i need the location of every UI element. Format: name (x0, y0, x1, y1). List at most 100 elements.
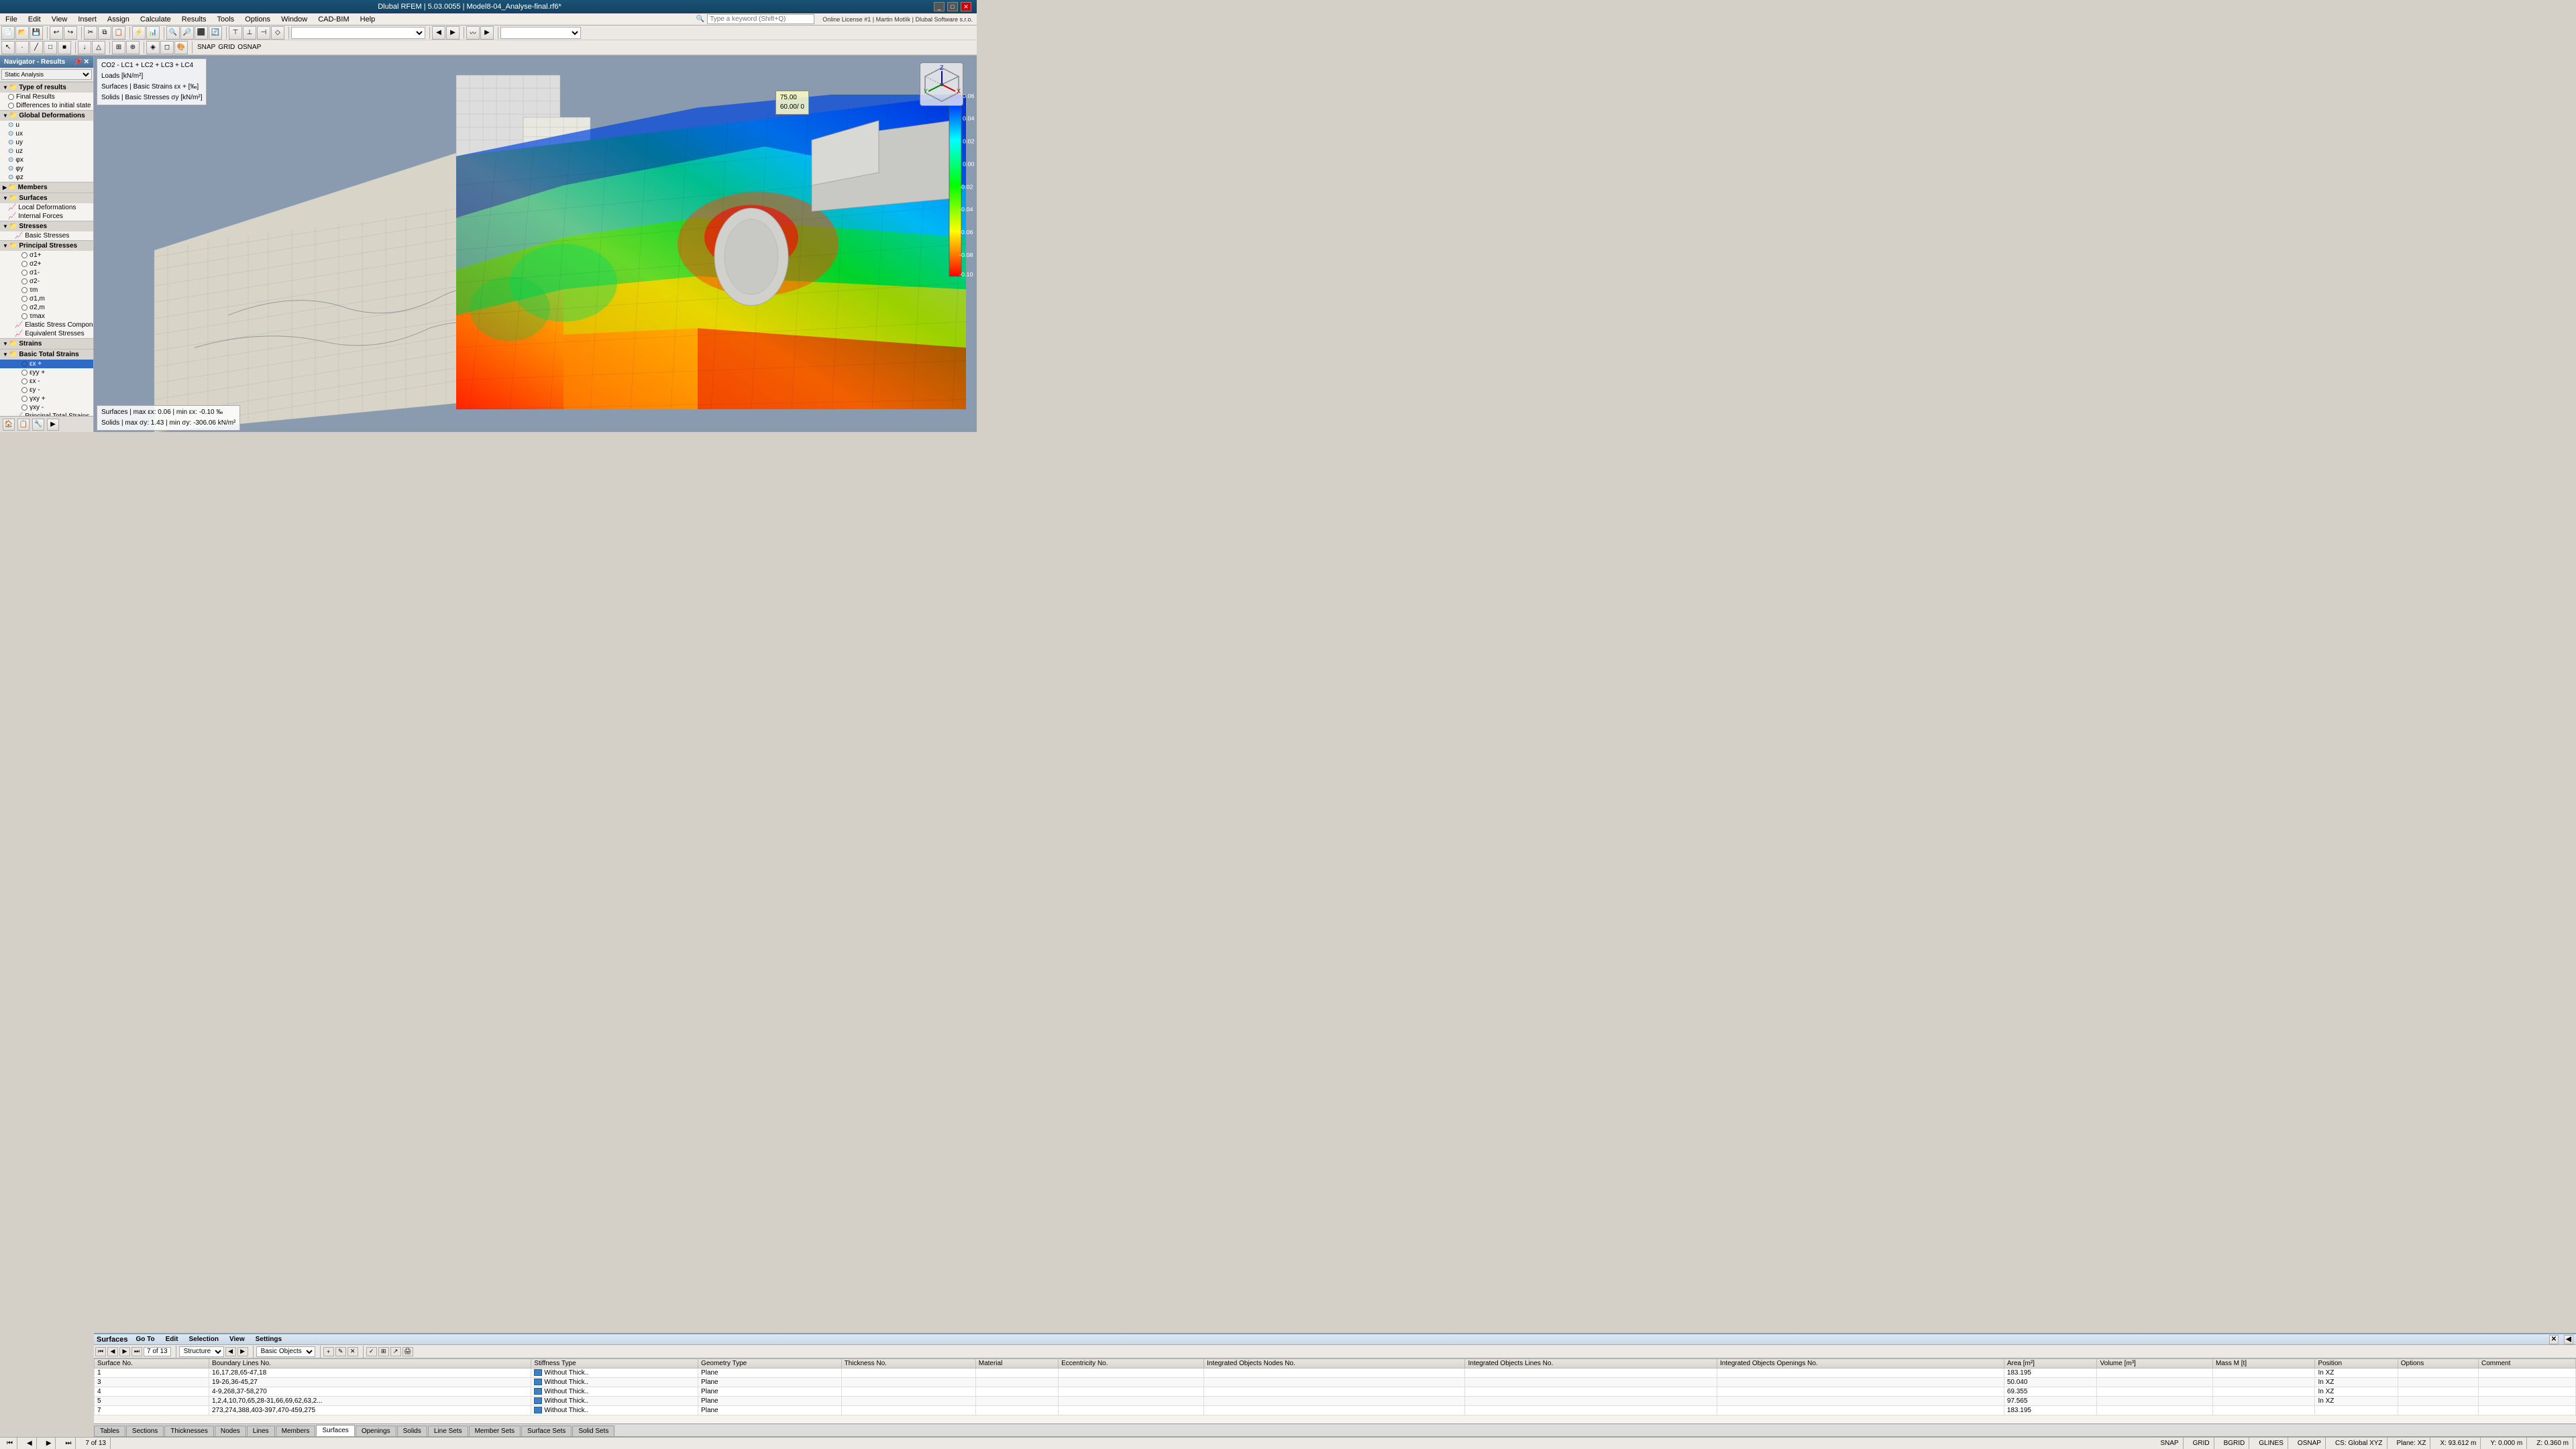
tb-copy[interactable]: ⧉ (98, 26, 111, 40)
nav-btn-3[interactable]: 🔧 (32, 419, 44, 431)
tb-wireframe[interactable]: ◻ (160, 41, 174, 54)
menu-file[interactable]: File (0, 14, 23, 25)
tab-member-sets[interactable]: Member Sets (469, 1426, 521, 1436)
tb-save[interactable]: 💾 (30, 26, 43, 40)
nav-epsx-minus[interactable]: εx - (0, 377, 93, 386)
menu-edit[interactable]: Edit (23, 14, 46, 25)
results-goto[interactable]: Go To (133, 1336, 157, 1343)
tb-next-lc[interactable]: ▶ (446, 26, 460, 40)
tb-filter[interactable]: ⊞ (378, 1347, 389, 1356)
nav-gamma-minus[interactable]: γxy - (0, 403, 93, 412)
results-panel-pin[interactable]: ◀ (2564, 1335, 2573, 1344)
menu-assign[interactable]: Assign (102, 14, 135, 25)
view-area[interactable]: CO2 - LC1 + LC2 + LC3 + LC4 Loads [kN/m²… (94, 56, 977, 432)
table-row[interactable]: 44-9,268,37-58,270Without Thick..Plane69… (95, 1387, 2576, 1397)
tb-zoom-all[interactable]: ⬛ (195, 26, 208, 40)
table-row[interactable]: 319-26,36-45,27Without Thick..Plane50.04… (95, 1378, 2576, 1387)
tab-lines[interactable]: Lines (247, 1426, 275, 1436)
nav-sigma1m[interactable]: σ1,m (0, 294, 93, 303)
menu-results[interactable]: Results (176, 14, 212, 25)
status-osnap[interactable]: OSNAP (2294, 1438, 2326, 1449)
status-cs[interactable]: CS: Global XYZ (2331, 1438, 2387, 1449)
status-btn-next[interactable]: ▶ (42, 1438, 56, 1449)
menu-window[interactable]: Window (276, 14, 313, 25)
tb-edit-2[interactable]: ✎ (335, 1347, 346, 1356)
table-row[interactable]: 116,17,28,65-47,18Without Thick..Plane18… (95, 1368, 2576, 1378)
status-bgrid[interactable]: BGRID (2220, 1438, 2250, 1449)
nav-elastic-stress[interactable]: 📈 Elastic Stress Components (0, 321, 93, 329)
tb-deform[interactable]: 〰 (466, 26, 480, 40)
tb-view-side[interactable]: ⊣ (257, 26, 270, 40)
tb-animate[interactable]: ▶ (480, 26, 494, 40)
navigator-close[interactable]: ✕ (84, 58, 89, 66)
tb-rotate[interactable]: 🔄 (209, 26, 222, 40)
nav-sigma2minus[interactable]: σ2- (0, 277, 93, 286)
nav-strains[interactable]: ▼ 📁 Strains (0, 338, 93, 349)
menu-cad-bim[interactable]: CAD-BIM (313, 14, 354, 25)
tb-open[interactable]: 📂 (15, 26, 29, 40)
status-grid[interactable]: GRID (2189, 1438, 2214, 1449)
nav-btn-4[interactable]: ▶ (47, 419, 59, 431)
tb-render[interactable]: ◈ (146, 41, 160, 54)
table-row[interactable]: 7273,274,388,403-397,470-459,275Without … (95, 1406, 2576, 1415)
tb-paste[interactable]: 📋 (112, 26, 125, 40)
tb-node[interactable]: · (15, 41, 29, 54)
tb-surface[interactable]: □ (44, 41, 57, 54)
pager-first[interactable]: ⏮ (95, 1347, 106, 1356)
pager-last[interactable]: ⏭ (131, 1347, 142, 1356)
menu-options[interactable]: Options (239, 14, 276, 25)
nav-equiv-stress[interactable]: 📈 Equivalent Stresses (0, 329, 93, 338)
table-body[interactable]: 116,17,28,65-47,18Without Thick..Plane18… (95, 1368, 2576, 1415)
nav-stresses[interactable]: ▼ 📁 Stresses (0, 221, 93, 231)
status-btn-last[interactable]: ⏭ (61, 1438, 76, 1449)
tab-thicknesses[interactable]: Thicknesses (164, 1426, 214, 1436)
tab-openings[interactable]: Openings (356, 1426, 396, 1436)
menu-calculate[interactable]: Calculate (135, 14, 176, 25)
nav-uz[interactable]: ⊙ uz (0, 147, 93, 156)
menu-view[interactable]: View (46, 14, 73, 25)
basic-objects-combo[interactable]: Basic Objects (256, 1346, 315, 1357)
results-edit[interactable]: Edit (163, 1336, 181, 1343)
nav-taum[interactable]: τm (0, 286, 93, 294)
nav-phiy[interactable]: ⊙ φy (0, 164, 93, 173)
tab-surface-sets[interactable]: Surface Sets (521, 1426, 572, 1436)
nav-members[interactable]: ▶ 📁 Members (0, 182, 93, 193)
tb-export[interactable]: ↗ (390, 1347, 401, 1356)
nav-differences[interactable]: Differences to initial state (0, 101, 93, 110)
tb-grid[interactable]: ⊞ (112, 41, 125, 54)
nav-sigma1plus[interactable]: σ1+ (0, 251, 93, 260)
3d-visualization[interactable]: 0.06 0.04 0.02 0.00 -0.02 -0.04 -0.06 -0… (94, 56, 977, 432)
nav-sigma1minus[interactable]: σ1- (0, 268, 93, 277)
structure-next[interactable]: ▶ (237, 1347, 248, 1356)
tb-view-front[interactable]: ⊥ (243, 26, 256, 40)
results-view[interactable]: View (227, 1336, 248, 1343)
tb-line[interactable]: ╱ (30, 41, 43, 54)
nav-phix[interactable]: ⊙ φx (0, 156, 93, 164)
results-panel-close[interactable]: ✕ (2549, 1335, 2559, 1344)
nav-surfaces[interactable]: ▼ 📁 Surfaces (0, 193, 93, 203)
tb-load[interactable]: ↓ (78, 41, 91, 54)
nav-principal-stresses[interactable]: ▼ 📁 Principal Stresses (0, 240, 93, 251)
tb-results[interactable]: 📊 (146, 26, 160, 40)
minimize-button[interactable]: _ (934, 2, 945, 11)
tb-view-3d[interactable]: ◇ (271, 26, 284, 40)
tab-line-sets[interactable]: Line Sets (428, 1426, 468, 1436)
tb-zoom-in[interactable]: 🔍 (166, 26, 180, 40)
nav-global-deformations[interactable]: ▼ 📁 Global Deformations (0, 110, 93, 121)
tab-solids[interactable]: Solids (397, 1426, 427, 1436)
results-table-container[interactable]: Surface No. Boundary Lines No. Stiffness… (94, 1358, 2576, 1415)
tab-solid-sets[interactable]: Solid Sets (572, 1426, 614, 1436)
tb-check[interactable]: ✓ (366, 1347, 377, 1356)
maximize-button[interactable]: □ (947, 2, 958, 11)
tb-print[interactable]: 🖨 (402, 1347, 413, 1356)
tb-solid[interactable]: ■ (58, 41, 71, 54)
status-btn-first[interactable]: ⏮ (3, 1438, 17, 1449)
status-snap[interactable]: SNAP (2156, 1438, 2183, 1449)
structure-combo[interactable]: Structure (179, 1346, 224, 1357)
nav-u[interactable]: ⊙ u (0, 121, 93, 129)
nav-btn-1[interactable]: 🏠 (3, 419, 15, 431)
nav-taumax[interactable]: τmax (0, 312, 93, 321)
tb-color-contour[interactable]: 🎨 (174, 41, 188, 54)
pager-prev[interactable]: ◀ (107, 1347, 118, 1356)
menu-insert[interactable]: Insert (72, 14, 102, 25)
